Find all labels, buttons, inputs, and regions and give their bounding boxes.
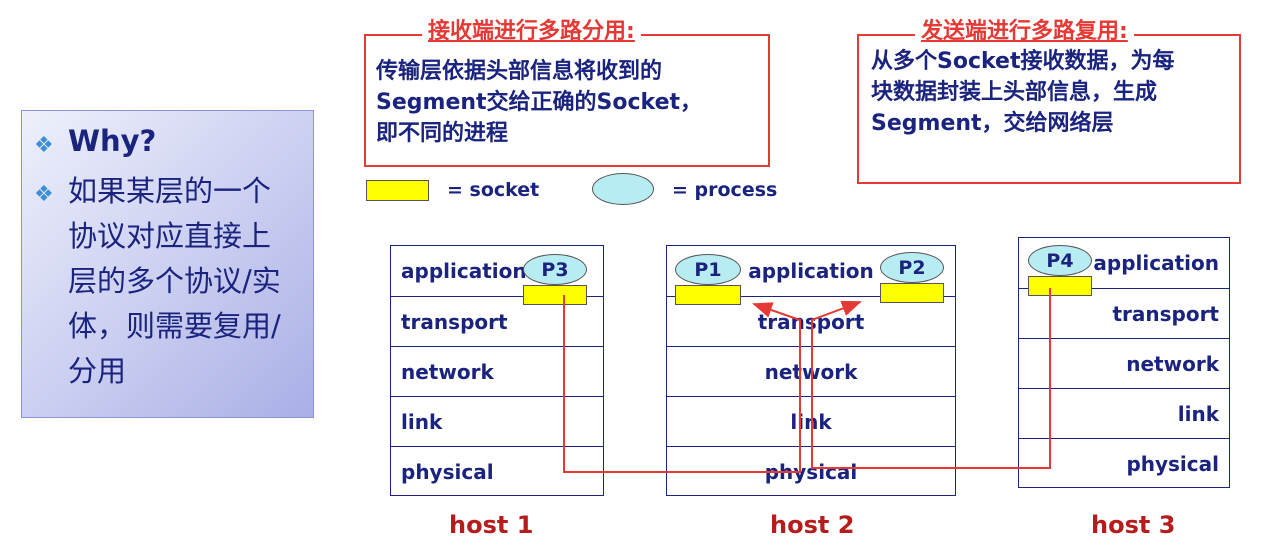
segment-paths [563,288,1051,473]
path-p3-to-host2 [563,295,801,473]
path-p4-to-host2 [811,288,1051,469]
